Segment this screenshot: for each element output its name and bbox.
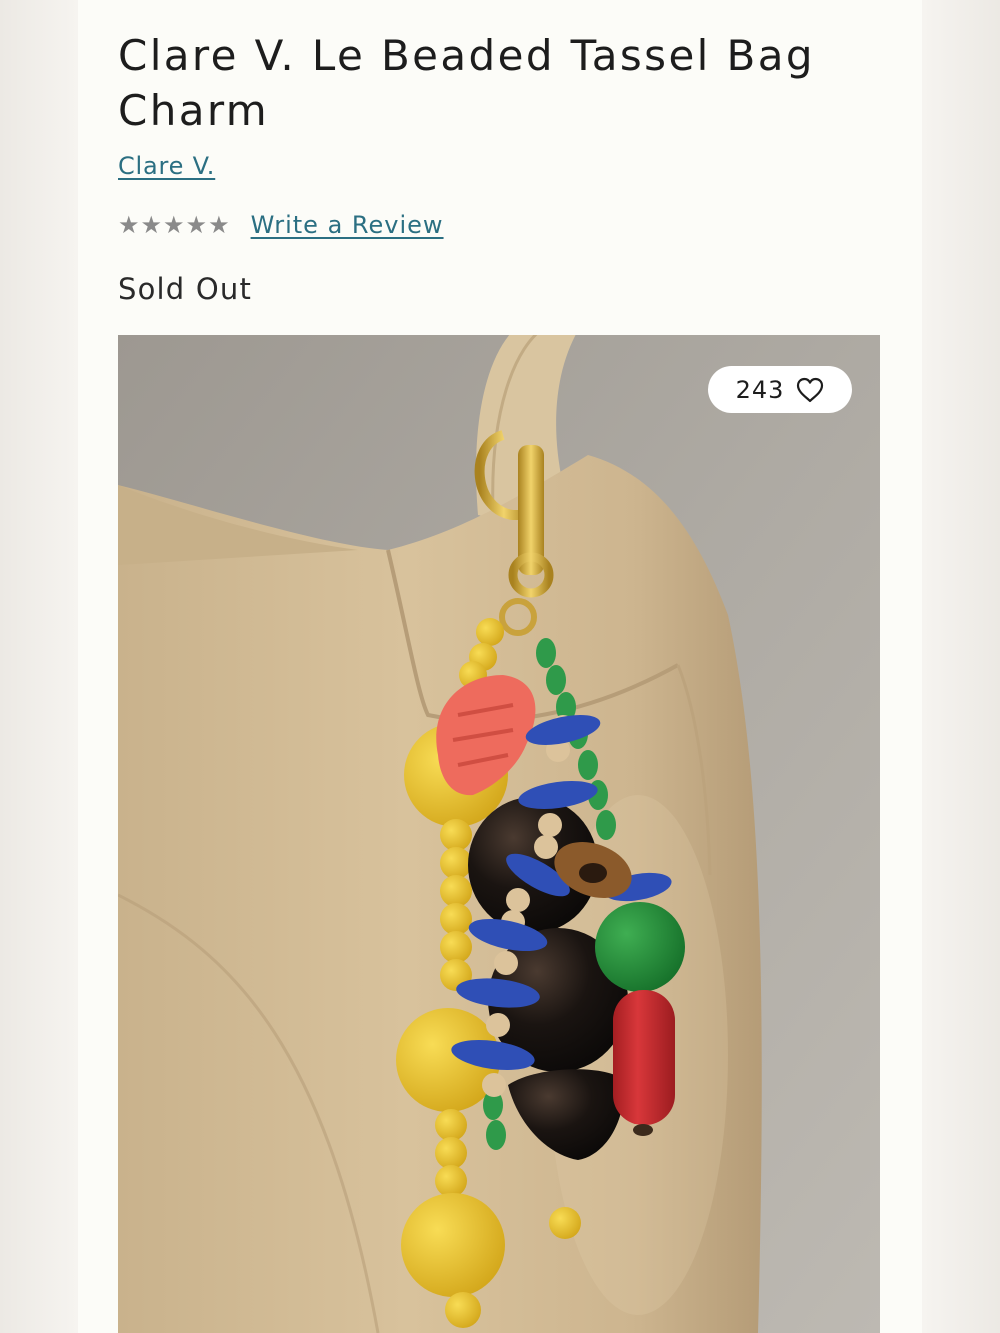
product-title: Clare V. Le Beaded Tassel Bag Charm bbox=[118, 31, 815, 135]
star-icon: ★ bbox=[208, 211, 230, 239]
star-icon: ★ bbox=[140, 211, 163, 239]
product-photo bbox=[118, 335, 880, 1333]
star-icon: ★ bbox=[118, 211, 140, 239]
stock-status: Sold Out bbox=[118, 272, 253, 306]
like-button[interactable]: 243 bbox=[708, 366, 852, 413]
star-icon: ★ bbox=[185, 211, 208, 239]
brand-link[interactable]: Clare V. bbox=[118, 152, 215, 180]
star-rating: ★ ★ ★ ★ ★ bbox=[118, 213, 230, 237]
star-icon: ★ bbox=[163, 211, 185, 239]
heart-icon bbox=[797, 377, 824, 402]
like-count: 243 bbox=[735, 375, 785, 404]
product-image[interactable]: 243 bbox=[118, 335, 880, 1333]
product-panel: Clare V. Le Beaded Tassel Bag Charm Clar… bbox=[78, 0, 922, 1333]
rating-row: ★ ★ ★ ★ ★ Write a Review bbox=[118, 207, 444, 243]
write-review-link[interactable]: Write a Review bbox=[251, 211, 444, 239]
